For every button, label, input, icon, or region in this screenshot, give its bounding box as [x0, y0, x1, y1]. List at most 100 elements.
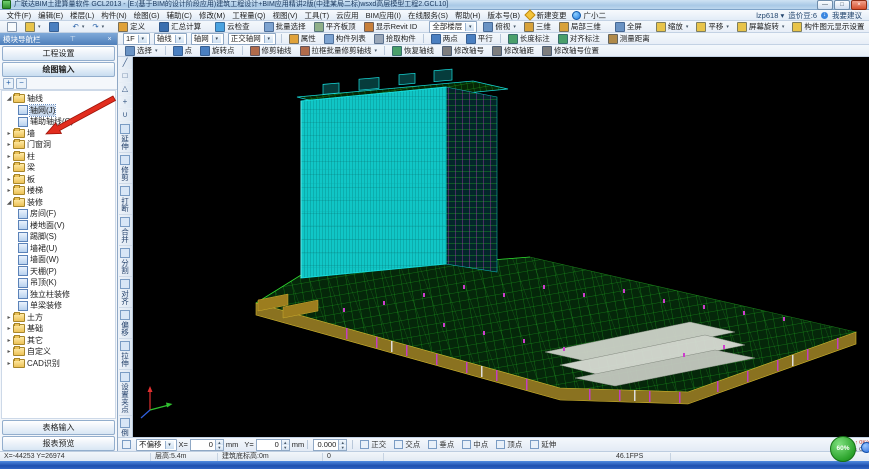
tool-2-button[interactable]: 云检查 — [211, 21, 254, 33]
tree-item[interactable]: 独立柱装修 — [2, 289, 115, 301]
new-change-button[interactable]: 新建变更 — [523, 9, 569, 21]
suggest-button[interactable]: 我要建议 — [832, 10, 862, 21]
tree-folder[interactable]: ▸ 基础 — [2, 323, 115, 335]
tree-item[interactable]: 轴网(J) — [2, 103, 115, 117]
open-button[interactable]: ▾ — [21, 21, 45, 33]
side-tool-分割[interactable]: 分割 — [118, 246, 132, 277]
menu-item[interactable]: 修改(M) — [195, 10, 228, 21]
menu-item[interactable]: 绘图(G) — [130, 10, 163, 21]
collapsed-icon[interactable]: ▸ — [5, 337, 13, 344]
panel-close-icon[interactable]: × — [105, 35, 114, 44]
axis-7-button[interactable]: 修改轴距 — [488, 45, 538, 57]
collapse-all-button[interactable]: − — [16, 77, 27, 89]
ctx-2-button[interactable]: 拾取构件 — [370, 33, 420, 45]
save-button[interactable] — [45, 21, 63, 33]
redo-button[interactable]: ↷ ▾ — [88, 21, 108, 33]
taskbar[interactable] — [0, 461, 869, 469]
tree-folder[interactable]: ▸ 土方 — [2, 311, 115, 324]
view-0-button[interactable]: 俯视 ▾ — [479, 21, 520, 33]
y-input[interactable]: 0 ▲ ▼ — [255, 438, 290, 451]
tree-item[interactable]: 吊顶(K) — [2, 277, 115, 289]
axis-2-button[interactable]: 旋转点 — [196, 45, 239, 57]
axis-4-button[interactable]: 拉框批量修剪轴线 ▾ — [296, 45, 382, 57]
snap-toggle[interactable]: 延伸 — [526, 439, 560, 450]
floor-filter-combo[interactable]: 全部楼层 ▾ — [429, 20, 478, 33]
collapsed-icon[interactable]: ▸ — [5, 325, 13, 332]
tree-folder[interactable]: ▸ 其它 — [2, 334, 115, 347]
tool-0-button[interactable]: 定义 — [114, 21, 149, 33]
snap-toggle[interactable]: 垂点 — [424, 439, 458, 450]
tool-1-button[interactable]: 汇总计算 — [155, 21, 205, 33]
tree-item[interactable]: 单梁装修 — [2, 300, 115, 312]
view-6-button[interactable]: 屏幕旋转 ▾ — [733, 21, 789, 33]
tree-item[interactable]: 墙面(W) — [2, 254, 115, 266]
snap-toggle[interactable]: 中点 — [458, 439, 492, 450]
menu-item[interactable]: 云应用 — [333, 10, 363, 21]
menu-item[interactable]: 在线服务(S) — [405, 10, 452, 21]
tool-3-button[interactable]: 批量选择 — [260, 21, 310, 33]
axis-3-button[interactable]: 修剪轴线 — [246, 45, 296, 57]
axis-1-button[interactable]: 点 — [169, 45, 197, 57]
axis-6-button[interactable]: 修改轴号 — [438, 45, 488, 57]
menu-item[interactable]: 版本号(B) — [484, 10, 524, 21]
drawing-canvas[interactable] — [133, 57, 869, 437]
pin-icon[interactable]: ⊤ — [68, 35, 77, 44]
ctx-4-button[interactable]: 平行 — [462, 33, 497, 45]
tree-item[interactable]: 天棚(P) — [2, 266, 115, 278]
snap-toggle[interactable]: 交点 — [390, 439, 424, 450]
axis-0-button[interactable]: 选择 ▾ — [121, 45, 162, 57]
tree-folder[interactable]: ▸ 梁 — [2, 162, 115, 174]
angle-input[interactable]: 0.000 ▲ ▼ — [313, 438, 348, 451]
tree-item[interactable]: 踢脚(S) — [2, 231, 115, 243]
collapsed-icon[interactable]: ▸ — [5, 187, 13, 194]
expanded-icon[interactable]: ◢ — [5, 95, 13, 102]
menu-item[interactable]: BIM应用(I) — [362, 10, 404, 21]
tab-report-preview[interactable]: 报表预览 — [2, 436, 115, 451]
draw-polygon-icon[interactable]: △ — [118, 83, 132, 96]
element-combo[interactable]: 轴网 ▾ — [190, 32, 224, 45]
tree-folder[interactable]: ▸ 门窗洞 — [2, 139, 115, 151]
axis-8-button[interactable]: 修改轴号位置 — [538, 45, 603, 57]
menu-item[interactable]: 视图(V) — [269, 10, 301, 21]
view-2-button[interactable]: 局部三维 — [555, 21, 605, 33]
tree-folder[interactable]: ▸ 板 — [2, 173, 115, 186]
tree-item[interactable]: 墙裙(U) — [2, 243, 115, 255]
draw-rect-icon[interactable]: □ — [118, 70, 132, 83]
tab-project-settings[interactable]: 工程设置 — [2, 46, 115, 61]
menu-item[interactable]: 楼层(L) — [67, 10, 98, 21]
element-type-combo[interactable]: 轴线 ▾ — [153, 32, 187, 45]
tree-item[interactable]: 房间(F) — [2, 208, 115, 220]
snap-toggle[interactable]: 顶点 — [492, 439, 526, 450]
expanded-icon[interactable]: ◢ — [5, 199, 13, 206]
tab-draw-input[interactable]: 绘图输入 — [2, 62, 115, 77]
side-tool-打断[interactable]: 打断 — [118, 184, 132, 215]
collapsed-icon[interactable]: ▸ — [5, 314, 13, 321]
new-file-button[interactable] — [3, 21, 21, 33]
collapsed-icon[interactable]: ▸ — [5, 153, 13, 160]
tool-5-button[interactable]: 显示Revit ID — [360, 21, 422, 33]
angle-spinner[interactable]: ▲ ▼ — [338, 439, 347, 450]
menu-item[interactable]: 工具(T) — [301, 10, 333, 21]
view-5-button[interactable]: 平移 ▾ — [692, 21, 733, 33]
ctx-3-button[interactable]: 两点 — [427, 33, 462, 45]
tool-4-button[interactable]: 平齐板顶 — [310, 21, 360, 33]
expand-all-button[interactable]: + — [3, 77, 14, 89]
tree-folder[interactable]: ▸ CAD识别 — [2, 357, 115, 370]
side-tool-合并[interactable]: 合并 — [118, 215, 132, 246]
tree-item[interactable]: 楼地面(V) — [2, 220, 115, 232]
tree-folder[interactable]: ▸ 楼梯 — [2, 185, 115, 197]
side-tool-倒角[interactable]: 倒角 — [119, 416, 132, 437]
speed-ball-widget[interactable]: 60% ↑ 0K/s ↓ 0.1K/s — [830, 434, 869, 464]
menu-item[interactable]: 帮助(H) — [452, 10, 484, 21]
undo-button[interactable]: ↶ ▾ — [69, 21, 89, 33]
side-tool-修剪[interactable]: 修剪 — [118, 153, 132, 184]
x-input[interactable]: 0 ▲ ▼ — [189, 438, 224, 451]
view-7-button[interactable]: 构件图元显示设置 — [788, 21, 868, 33]
ctx-0-button[interactable]: 属性 — [285, 33, 320, 45]
close-button[interactable]: × — [851, 0, 867, 10]
minimize-button[interactable]: — — [817, 0, 833, 10]
ctx-1-button[interactable]: 构件列表 — [320, 33, 370, 45]
tree-folder[interactable]: ▸ 柱 — [2, 150, 115, 163]
side-tool-偏移[interactable]: 偏移 — [118, 308, 132, 339]
current-floor-combo[interactable]: 1F ▾ — [123, 32, 150, 45]
